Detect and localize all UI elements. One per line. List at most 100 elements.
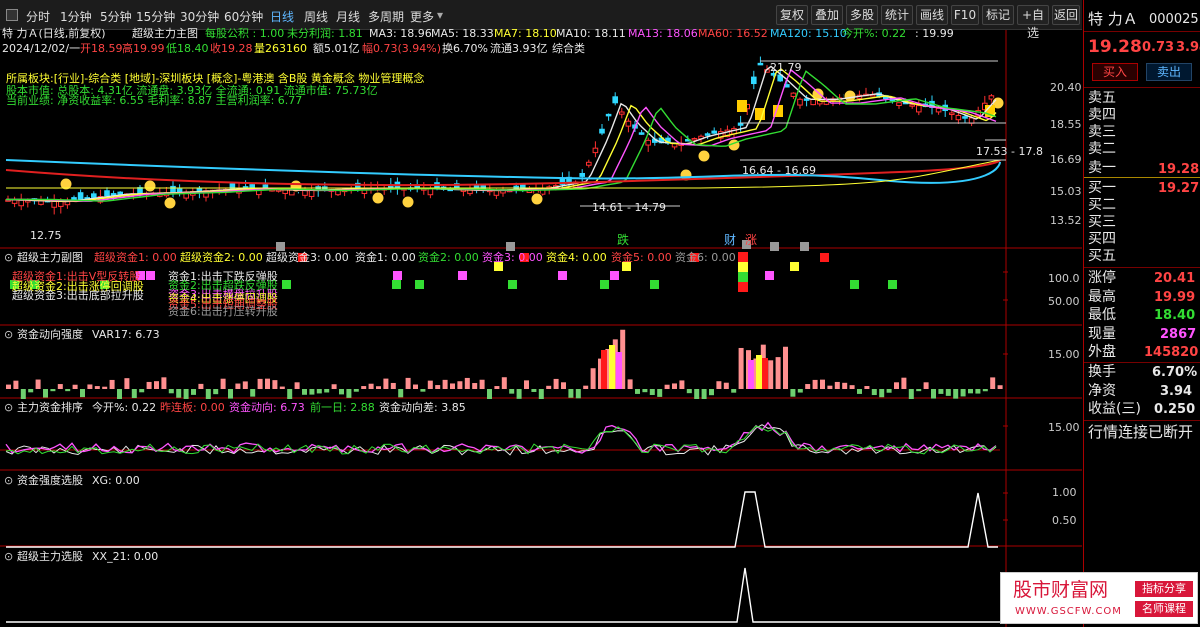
watermark-logo: 股市财富网 WWW.GSCFW.COM 指标分享 名师课程	[1000, 572, 1198, 624]
signal-icon	[530, 192, 544, 206]
right-tab[interactable]: 标记	[982, 5, 1014, 25]
watermark-name: 股市财富网	[1013, 579, 1109, 601]
panel3-title[interactable]: 主力资金排序	[17, 401, 83, 414]
stat-label: 现量	[1088, 326, 1116, 342]
volume-bar	[731, 389, 737, 393]
right-tab[interactable]: F10	[951, 5, 979, 25]
volume-bar	[657, 389, 663, 397]
volume-bar	[117, 389, 122, 399]
menu-icon[interactable]	[6, 9, 18, 21]
volume-bar	[834, 381, 840, 389]
signal-square	[392, 280, 401, 289]
panel-collapse-icon[interactable]: ⊙	[4, 401, 13, 414]
panel2-title[interactable]: 资金动向强度	[17, 328, 83, 341]
period-tab-active[interactable]: 日线	[270, 8, 294, 25]
period-tab[interactable]: 60分钟	[224, 8, 263, 25]
sell-button[interactable]: 卖出	[1146, 63, 1192, 81]
candle-body	[949, 112, 955, 115]
panel-collapse-icon[interactable]: ⊙	[4, 251, 13, 264]
ma-legend: 今开%: 0.22	[842, 27, 907, 40]
right-tab[interactable]: 叠加	[811, 5, 843, 25]
buy-button[interactable]: 买入	[1092, 63, 1138, 81]
candle-body	[645, 139, 652, 146]
candle-body	[916, 105, 922, 113]
signal-square	[508, 280, 517, 289]
chart-canvas[interactable]	[0, 30, 1082, 627]
volume-bar	[790, 389, 796, 397]
candle-body	[599, 128, 605, 134]
period-tab[interactable]: 多周期	[368, 8, 404, 25]
candle-body	[77, 192, 84, 200]
xx21-line	[6, 567, 1000, 623]
panel3-item: 前一日: 2.88	[310, 401, 375, 414]
period-tab[interactable]: 月线	[336, 8, 360, 25]
panel-collapse-icon[interactable]: ⊙	[4, 328, 13, 341]
volume-bar	[405, 377, 411, 389]
volume-bar	[368, 383, 374, 389]
signal-stack	[738, 262, 748, 272]
volume-bar	[6, 384, 11, 389]
panel1-title[interactable]: 超级主力副图	[17, 251, 83, 264]
volume-bar	[309, 389, 315, 395]
y-label: 15.00	[1048, 421, 1080, 434]
candle-body	[18, 199, 24, 207]
signal-square	[770, 242, 779, 251]
right-tab[interactable]: 画线	[916, 5, 948, 25]
stat-value: 0.250	[1154, 402, 1196, 417]
period-tab[interactable]: 1分钟	[60, 8, 92, 25]
quote-low: 低18.40	[166, 42, 209, 55]
period-tab[interactable]: 30分钟	[180, 8, 219, 25]
right-tab[interactable]: 统计	[881, 5, 913, 25]
quote-amount: 额5.01亿	[313, 42, 360, 55]
stat-value: 2867	[1160, 327, 1197, 342]
period-tab[interactable]: 分时	[26, 8, 50, 25]
volume-bar	[302, 389, 307, 395]
period-tab[interactable]: 周线	[304, 8, 328, 25]
panel1-legend: 超级资金3:出击底部拉升股	[12, 289, 144, 302]
volume-bar	[886, 389, 892, 393]
period-tab[interactable]: 更多	[410, 8, 434, 25]
volume-bar	[664, 384, 670, 389]
ma-legend: MA5: 18.33	[431, 27, 494, 40]
panel4-title[interactable]: 资金强度选股	[17, 474, 83, 487]
volume-bar	[28, 389, 34, 393]
candle-body	[751, 76, 757, 85]
volume-bar	[561, 382, 566, 389]
signal-square	[790, 262, 799, 271]
panel5-title[interactable]: 超级主力选股	[17, 550, 83, 563]
chart-area[interactable]: 特 力Ａ(日线,前复权) 超级主力主图 每股公积 : 1.00 未分利润: 1.…	[0, 27, 1082, 627]
right-tab[interactable]: 复权	[776, 5, 808, 25]
volume-bar	[938, 389, 944, 394]
dropdown-icon[interactable]: ▾	[437, 8, 443, 22]
candle-body	[896, 102, 902, 107]
signal-square	[800, 242, 809, 251]
volume-bar	[827, 385, 833, 389]
signal-square	[415, 280, 424, 289]
volume-bar	[361, 386, 367, 389]
panel3-item: 昨连板: 0.00	[160, 401, 225, 414]
panel-collapse-icon[interactable]: ⊙	[4, 550, 13, 563]
annotation-low: 12.75	[30, 229, 62, 242]
volume-bar	[931, 389, 936, 399]
volume-bar	[154, 381, 159, 389]
panel-collapse-icon[interactable]: ⊙	[4, 474, 13, 487]
volume-bar	[457, 381, 463, 389]
volume-bar	[146, 381, 152, 389]
y-label: 0.50	[1052, 514, 1077, 527]
right-tab[interactable]: 返回	[1052, 5, 1080, 25]
stat-label: 外盘	[1088, 344, 1116, 360]
right-tab[interactable]: 多股	[846, 5, 878, 25]
indicator-name[interactable]: 超级主力主图	[132, 27, 198, 40]
signal-square	[506, 242, 515, 251]
volume-bar	[450, 383, 455, 389]
info-performance: 当前业绩: 净资收益率: 6.55 毛利率: 8.87 主营利润率: 6.77	[6, 94, 303, 107]
right-tab[interactable]: +自选	[1017, 5, 1049, 40]
volume-bar	[997, 385, 1003, 389]
volume-bar	[871, 389, 877, 396]
volume-bar	[945, 389, 951, 396]
stat-label: 最高	[1088, 289, 1116, 305]
volume-bar	[723, 382, 729, 389]
candle-body	[810, 98, 817, 106]
period-tab[interactable]: 5分钟	[100, 8, 132, 25]
period-tab[interactable]: 15分钟	[136, 8, 175, 25]
